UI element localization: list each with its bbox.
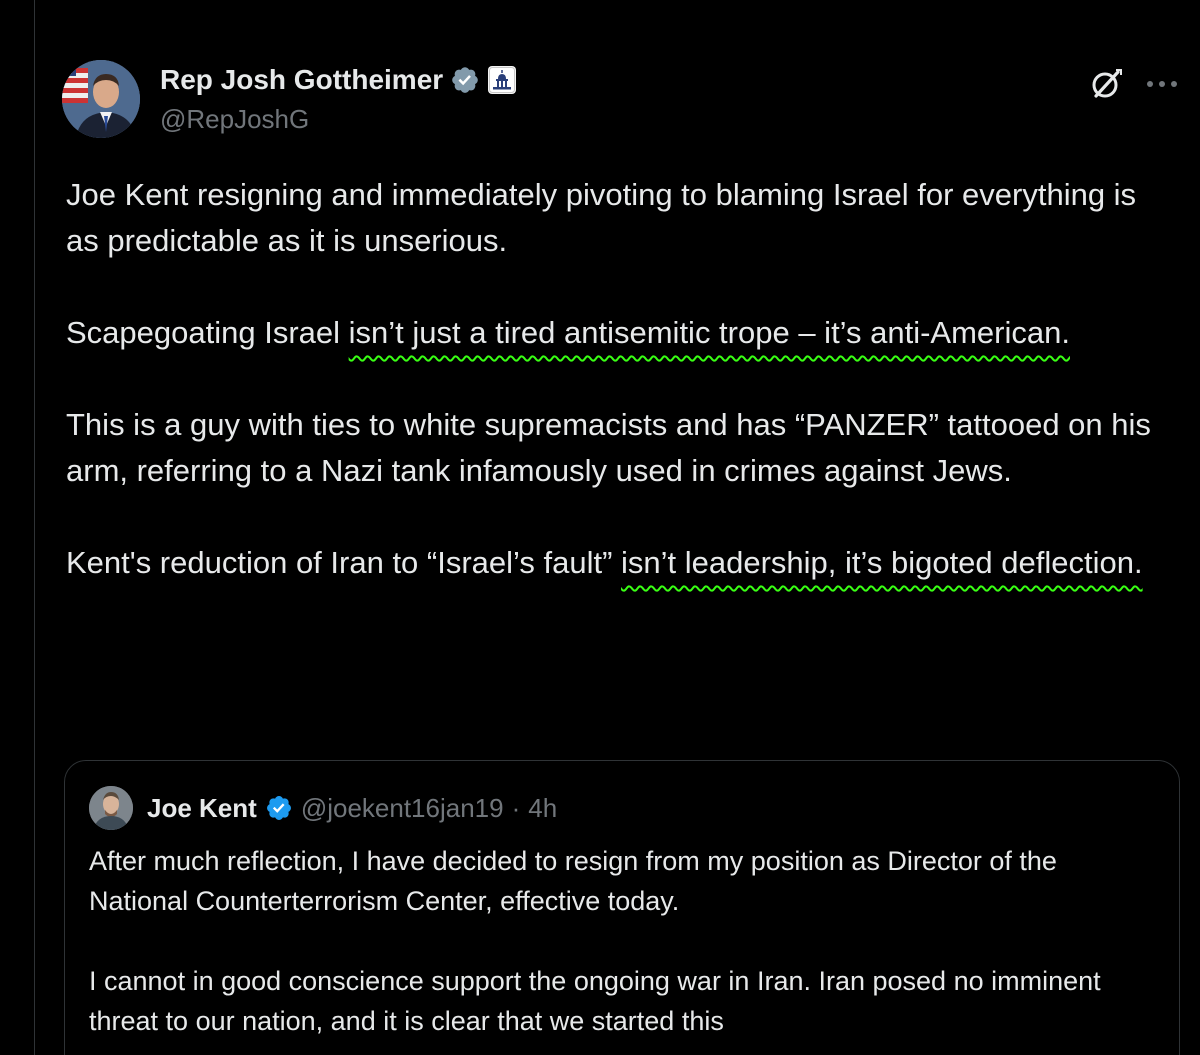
quoted-tweet-header: Joe Kent @joekent16jan19 · 4h (89, 786, 557, 830)
quoted-tweet[interactable]: Joe Kent @joekent16jan19 · 4h After much… (64, 760, 1180, 1055)
more-options-icon[interactable] (1142, 66, 1182, 102)
tweet-screenshot: Rep Josh Gottheimer @RepJoshG Joe Kent r… (0, 0, 1200, 1055)
quoted-author-avatar[interactable] (89, 786, 133, 830)
meta-separator: · (511, 792, 521, 823)
quoted-tweet-text: After much reflection, I have decided to… (89, 841, 1159, 1055)
post-paragraph-2-lead: Scapegoating Israel (66, 315, 349, 350)
quoted-timestamp[interactable]: 4h (528, 793, 557, 824)
highlighted-phrase: isn’t just a tired antisemitic trope – i… (348, 315, 1070, 350)
quoted-paragraph-2: I cannot in good conscience support the … (89, 966, 1101, 1036)
us-capitol-icon[interactable] (487, 65, 517, 95)
quoted-author-handle[interactable]: @joekent16jan19 (301, 793, 504, 824)
verified-badge-icon[interactable] (450, 65, 480, 95)
timeline-divider (34, 0, 35, 1055)
highlighted-phrase: isn’t leadership, it’s bigoted deflectio… (621, 545, 1143, 580)
quoted-paragraph-1: After much reflection, I have decided to… (89, 846, 1057, 916)
post-text: Joe Kent resigning and immediately pivot… (66, 172, 1176, 632)
verified-badge-icon[interactable] (265, 794, 293, 822)
post-paragraph-2: Scapegoating Israel isn’t just a tired a… (66, 310, 1176, 356)
post-paragraph-4-lead: Kent's reduction of Iran to “Israel’s fa… (66, 545, 622, 580)
post-paragraph-1: Joe Kent resigning and immediately pivot… (66, 177, 1137, 258)
author-name-row: Rep Josh Gottheimer (160, 60, 517, 100)
author-display-name[interactable]: Rep Josh Gottheimer (160, 64, 443, 96)
author-avatar[interactable] (62, 60, 140, 138)
post-paragraph-3: This is a guy with ties to white suprema… (66, 407, 1151, 488)
author-handle[interactable]: @RepJoshG (160, 104, 309, 135)
post-paragraph-4: Kent's reduction of Iran to “Israel’s fa… (66, 540, 1176, 586)
quoted-author-name[interactable]: Joe Kent (147, 793, 257, 824)
grok-icon[interactable] (1088, 66, 1124, 102)
